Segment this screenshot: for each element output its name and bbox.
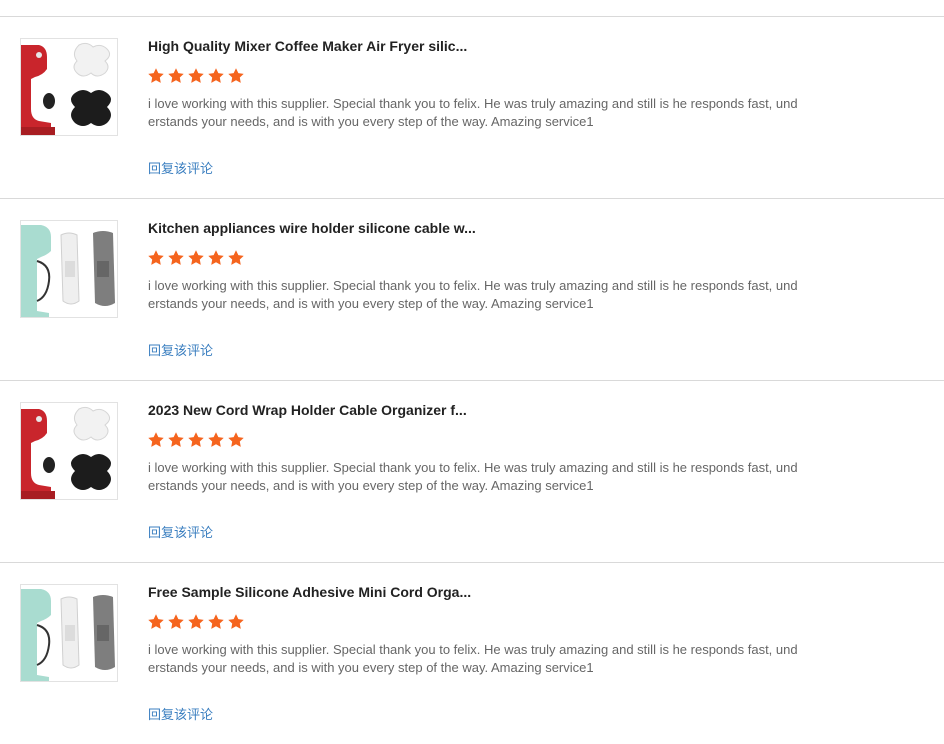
- star-icon: [168, 432, 184, 447]
- star-icon: [208, 68, 224, 83]
- product-image: [21, 221, 117, 317]
- reply-to-review-link[interactable]: 回复该评论: [148, 342, 213, 360]
- product-title[interactable]: High Quality Mixer Coffee Maker Air Frye…: [148, 37, 488, 55]
- star-icon: [228, 432, 244, 447]
- product-image: [21, 403, 117, 499]
- star-icon: [228, 614, 244, 629]
- star-icon: [148, 614, 164, 629]
- star-icon: [148, 68, 164, 83]
- reply-to-review-link[interactable]: 回复该评论: [148, 160, 213, 178]
- product-title[interactable]: 2023 New Cord Wrap Holder Cable Organize…: [148, 401, 488, 419]
- review-item: Free Sample Silicone Adhesive Mini Cord …: [0, 562, 944, 744]
- review-list: High Quality Mixer Coffee Maker Air Frye…: [0, 16, 944, 744]
- star-icon: [208, 432, 224, 447]
- star-icon: [228, 250, 244, 265]
- review-comment: i love working with this supplier. Speci…: [148, 96, 798, 129]
- star-icon: [188, 432, 204, 447]
- product-image: [21, 39, 117, 135]
- product-title[interactable]: Kitchen appliances wire holder silicone …: [148, 219, 488, 237]
- star-icon: [188, 614, 204, 629]
- product-image: [21, 585, 117, 681]
- star-icon: [208, 250, 224, 265]
- star-icon: [168, 250, 184, 265]
- product-thumbnail[interactable]: [20, 584, 118, 682]
- star-icon: [208, 614, 224, 629]
- review-comment: i love working with this supplier. Speci…: [148, 642, 798, 675]
- review-item: Kitchen appliances wire holder silicone …: [0, 198, 944, 380]
- star-rating: [147, 249, 245, 269]
- star-icon: [188, 68, 204, 83]
- star-icon: [148, 432, 164, 447]
- review-item: High Quality Mixer Coffee Maker Air Frye…: [0, 16, 944, 198]
- product-thumbnail[interactable]: [20, 402, 118, 500]
- reply-to-review-link[interactable]: 回复该评论: [148, 706, 213, 724]
- review-comment: i love working with this supplier. Speci…: [148, 460, 798, 493]
- star-icon: [228, 68, 244, 83]
- star-icon: [148, 250, 164, 265]
- star-rating: [147, 613, 245, 633]
- star-icon: [168, 68, 184, 83]
- reply-to-review-link[interactable]: 回复该评论: [148, 524, 213, 542]
- review-comment: i love working with this supplier. Speci…: [148, 278, 798, 311]
- product-thumbnail[interactable]: [20, 220, 118, 318]
- product-thumbnail[interactable]: [20, 38, 118, 136]
- star-rating: [147, 431, 245, 451]
- star-icon: [168, 614, 184, 629]
- product-title[interactable]: Free Sample Silicone Adhesive Mini Cord …: [148, 583, 488, 601]
- star-rating: [147, 67, 245, 87]
- review-item: 2023 New Cord Wrap Holder Cable Organize…: [0, 380, 944, 562]
- star-icon: [188, 250, 204, 265]
